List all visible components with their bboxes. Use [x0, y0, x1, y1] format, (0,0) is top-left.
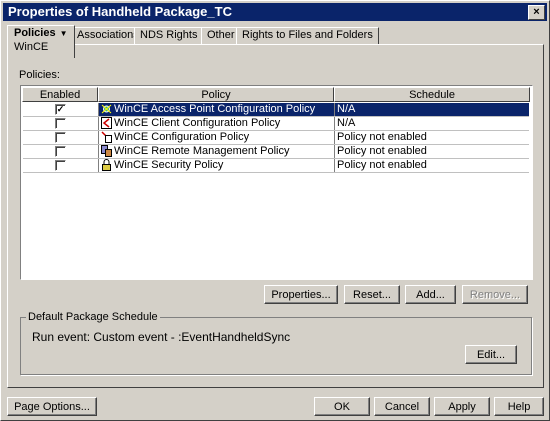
client-config-policy-icon	[101, 117, 112, 129]
enabled-checkbox[interactable]: ✓	[55, 104, 66, 115]
tab-policies-label: Policies	[14, 27, 56, 39]
reset-button[interactable]: Reset...	[344, 285, 400, 304]
policies-label: Policies:	[19, 69, 60, 81]
schedule-cell: N/A	[337, 103, 356, 115]
table-row[interactable]: WinCE Security Policy Policy not enabled	[23, 159, 529, 173]
enabled-cell	[23, 117, 99, 130]
policy-name: WinCE Access Point Configuration Policy	[114, 103, 316, 115]
window-title: Properties of Handheld Package_TC	[8, 4, 232, 19]
title-bar[interactable]: Properties of Handheld Package_TC ×	[3, 3, 547, 21]
close-button[interactable]: ×	[528, 5, 545, 20]
policy-cell: WinCE Client Configuration Policy	[99, 117, 335, 130]
ok-button[interactable]: OK	[314, 397, 370, 416]
tab-policies[interactable]: Policies ▼ WinCE	[7, 25, 75, 58]
tab-policies-sublabel: WinCE	[14, 41, 49, 53]
schedule-cell: N/A	[337, 117, 356, 129]
policy-name: WinCE Client Configuration Policy	[114, 117, 281, 129]
enabled-cell	[23, 159, 99, 172]
chevron-down-icon: ▼	[59, 29, 68, 38]
tab-other[interactable]: Other	[201, 27, 241, 44]
enabled-checkbox[interactable]	[55, 160, 66, 171]
table-row[interactable]: ✓ WinCE Access Point Configuration Polic…	[23, 103, 529, 117]
schedule-cell: Policy not enabled	[337, 131, 427, 143]
tab-nds-rights-label: NDS Rights	[140, 29, 198, 41]
schedule-text: Run event: Custom event - :EventHandheld…	[32, 330, 291, 344]
schedule-cell: Policy not enabled	[337, 145, 427, 157]
policy-cell: WinCE Remote Management Policy	[99, 145, 335, 158]
column-header-policy[interactable]: Policy	[98, 87, 334, 102]
column-header-enabled[interactable]: Enabled	[22, 87, 98, 102]
remove-button[interactable]: Remove...	[462, 285, 528, 304]
enabled-cell: ✓	[23, 103, 99, 116]
page-options-button[interactable]: Page Options...	[7, 397, 97, 416]
enabled-cell	[23, 131, 99, 144]
properties-dialog: Properties of Handheld Package_TC × Poli…	[0, 0, 550, 421]
group-title: Default Package Schedule	[26, 311, 160, 323]
apply-button[interactable]: Apply	[434, 397, 490, 416]
enabled-checkbox[interactable]	[55, 146, 66, 157]
default-package-schedule-group	[20, 317, 532, 375]
column-header-schedule[interactable]: Schedule	[334, 87, 530, 102]
config-policy-icon	[101, 131, 112, 143]
cancel-button[interactable]: Cancel	[374, 397, 430, 416]
schedule-cell: Policy not enabled	[337, 159, 427, 171]
table-row[interactable]: WinCE Remote Management Policy Policy no…	[23, 145, 529, 159]
policy-list[interactable]: Enabled Policy Schedule ✓ WinCE Access P…	[20, 85, 533, 280]
properties-button[interactable]: Properties...	[264, 285, 338, 304]
policy-cell: WinCE Configuration Policy	[99, 131, 335, 144]
enabled-checkbox[interactable]	[55, 118, 66, 129]
table-row[interactable]: WinCE Configuration Policy Policy not en…	[23, 131, 529, 145]
enabled-cell	[23, 145, 99, 158]
policy-name: WinCE Remote Management Policy	[114, 145, 290, 157]
policy-cell: WinCE Access Point Configuration Policy	[99, 103, 335, 116]
table-row[interactable]: WinCE Client Configuration Policy N/A	[23, 117, 529, 131]
policy-cell: WinCE Security Policy	[99, 159, 335, 172]
policy-name: WinCE Configuration Policy	[114, 131, 250, 143]
policy-name: WinCE Security Policy	[114, 159, 224, 171]
edit-button[interactable]: Edit...	[465, 345, 517, 364]
remote-management-policy-icon	[101, 145, 112, 157]
add-button[interactable]: Add...	[405, 285, 456, 304]
tab-rights-to-files[interactable]: Rights to Files and Folders	[236, 27, 379, 44]
security-policy-icon	[102, 159, 111, 171]
help-button[interactable]: Help	[494, 397, 544, 416]
enabled-checkbox[interactable]	[55, 132, 66, 143]
access-point-policy-icon	[101, 104, 112, 114]
